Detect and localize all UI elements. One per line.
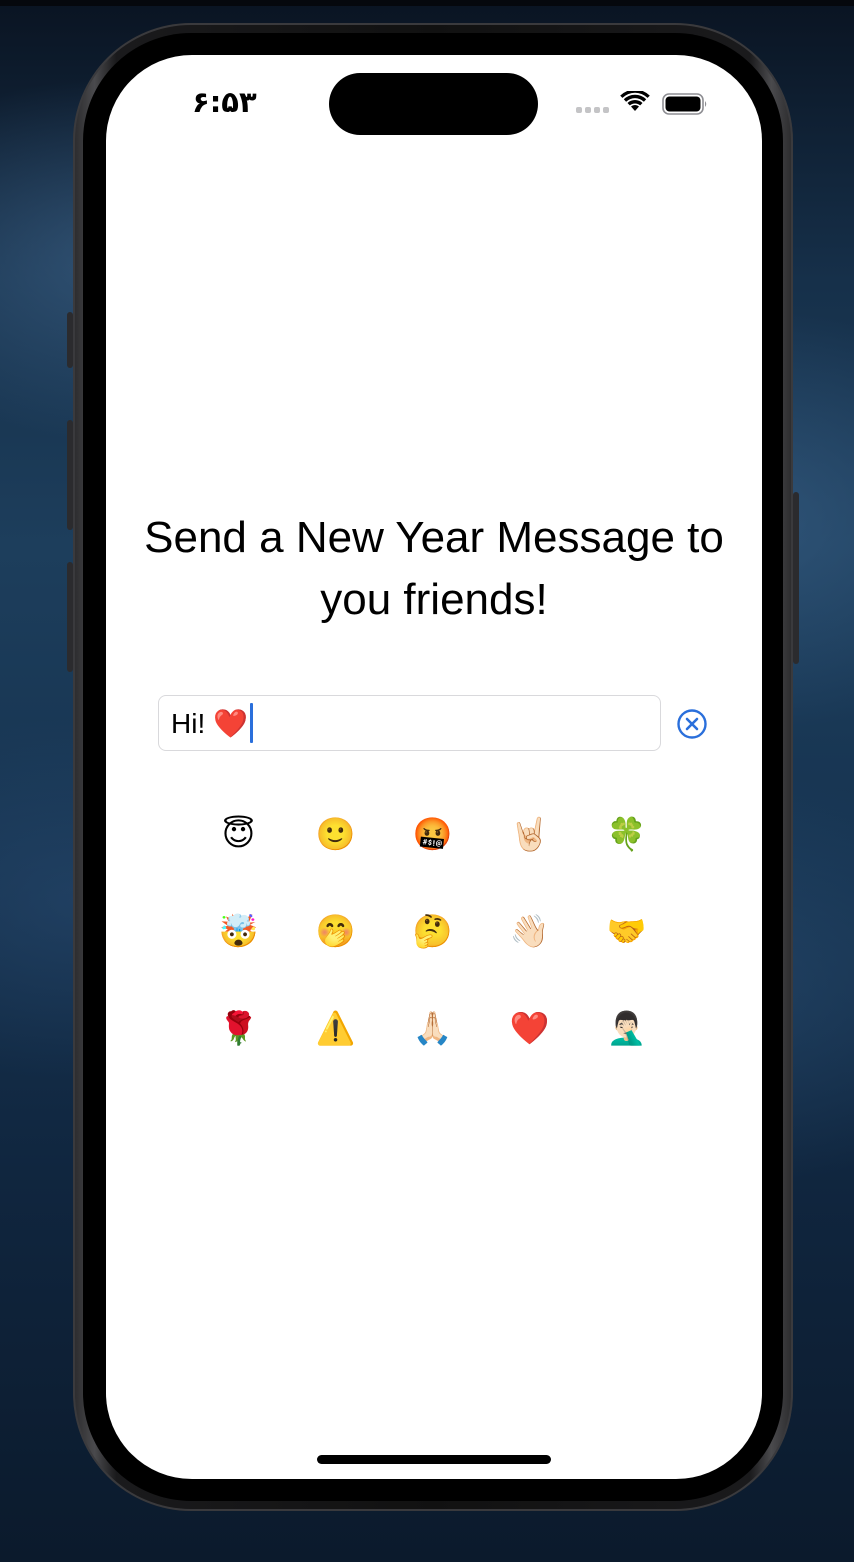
- clear-circle-icon[interactable]: [676, 708, 708, 740]
- emoji-button-warning[interactable]: ⚠️: [287, 979, 384, 1076]
- message-input-value: Hi! ❤️: [171, 707, 248, 739]
- emoji-button-horns-sign[interactable]: 🤘🏻: [481, 785, 578, 882]
- emoji-button-exploding-head[interactable]: 🤯: [190, 882, 287, 979]
- home-indicator[interactable]: [317, 1455, 551, 1464]
- emoji-button-waving-hand[interactable]: 👋🏻: [481, 882, 578, 979]
- power-button: [793, 492, 799, 664]
- emoji-button-folded-hands[interactable]: 🙏🏻: [384, 979, 481, 1076]
- status-time: ۶:۵۳: [192, 85, 257, 119]
- wifi-icon: [620, 91, 650, 111]
- emoji-button-red-heart[interactable]: ❤️: [481, 979, 578, 1076]
- dynamic-island: [329, 73, 538, 135]
- emoji-button-facepalm[interactable]: 🤦🏻‍♂️: [578, 979, 675, 1076]
- silent-switch: [67, 312, 73, 368]
- message-input[interactable]: Hi! ❤️: [158, 695, 661, 751]
- phone-screen: ۶:۵۳ Send a New Year Message to you frie…: [106, 55, 762, 1479]
- emoji-grid: 😇 🙂 🤬 🤘🏻 🍀 🤯 🤭 🤔 👋🏻 🤝 🌹 ⚠️ 🙏🏻 ❤️ 🤦🏻‍♂️: [190, 785, 680, 1076]
- emoji-button-thinking-face[interactable]: 🤔: [384, 882, 481, 979]
- cellular-signal-icon: [576, 107, 610, 115]
- volume-down-button: [67, 562, 73, 672]
- emoji-button-four-leaf-clover[interactable]: 🍀: [578, 785, 675, 882]
- volume-up-button: [67, 420, 73, 530]
- emoji-button-slight-smile[interactable]: 🙂: [287, 785, 384, 882]
- text-cursor: [249, 703, 253, 743]
- emoji-button-rose[interactable]: 🌹: [190, 979, 287, 1076]
- emoji-button-handshake[interactable]: 🤝: [578, 882, 675, 979]
- emoji-button-hand-over-mouth[interactable]: 🤭: [287, 882, 384, 979]
- emoji-button-cursing-face[interactable]: 🤬: [384, 785, 481, 882]
- page-title: Send a New Year Message to you friends!: [144, 513, 724, 624]
- desktop-top-strip: [0, 0, 854, 6]
- battery-icon: [662, 93, 707, 115]
- emoji-button-smiling-halo[interactable]: 😇: [190, 785, 287, 882]
